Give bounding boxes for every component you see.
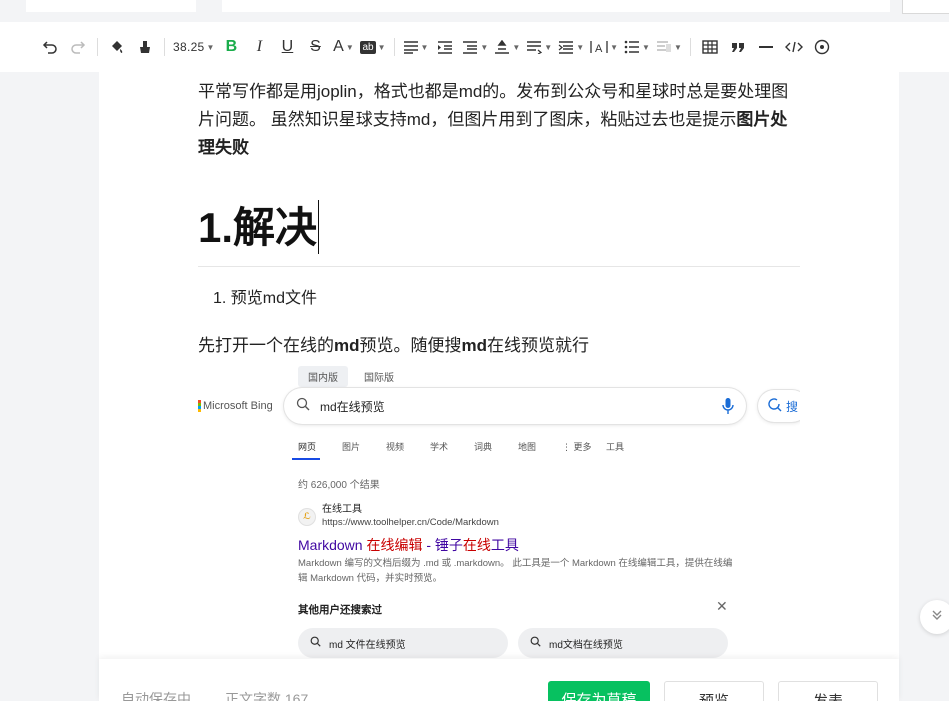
clear-format-icon[interactable] — [134, 32, 156, 62]
scope-tabs: 国内版 国际版 — [298, 366, 404, 387]
footer-bar: 自动保存中... 正文字数 167 保存为草稿 预览 发表 — [99, 659, 899, 701]
bing-logo: Microsoft Bing — [198, 400, 273, 412]
chevron-down-icon: ▼ — [642, 42, 650, 52]
top-tab-stub — [26, 0, 196, 12]
double-chevron-down-icon — [931, 608, 943, 626]
more-icon[interactable] — [811, 32, 833, 62]
chevron-down-icon: ▼ — [576, 42, 585, 52]
save-draft-button[interactable]: 保存为草稿 — [548, 681, 650, 701]
align-icon[interactable]: ▼ — [403, 32, 429, 62]
close-icon: ✕ — [716, 598, 728, 614]
font-size-select[interactable]: 38.25 ▼ — [173, 32, 214, 62]
preview-button[interactable]: 预览 — [664, 681, 764, 701]
embedded-screenshot[interactable]: 国内版 国际版 Microsoft Bing md在线预览 搜 网页 图片 视频… — [198, 364, 800, 659]
heading-text: 1.解决 — [198, 204, 318, 251]
chevron-down-icon: ▼ — [345, 42, 354, 52]
text-cursor — [318, 200, 320, 254]
indent-icon[interactable] — [434, 32, 456, 62]
editor-toolbar: 38.25 ▼ B I U S A ▼ ab ▼ ▼ ▼ ▼ ▼ ▼ A ▼ ▼ ▼ — [0, 22, 949, 72]
publish-button[interactable]: 发表 — [778, 681, 878, 701]
editor-paragraph[interactable]: 平常写作都是用joplin，格式也都是md的。发布到公众号和星球时总是要处理图片… — [198, 78, 802, 162]
search-button: 搜 — [758, 390, 800, 422]
result-site: ℒ 在线工具 https://www.toolhelper.cn/Code/Ma… — [298, 504, 499, 529]
active-tab-indicator — [292, 458, 320, 460]
search-icon — [768, 397, 782, 415]
tab-dictionary: 词典 — [474, 442, 493, 452]
editor-paragraph[interactable]: 先打开一个在线的md预览。随便搜md在线预览就行 — [198, 333, 589, 359]
result-title: Markdown 在线编辑 - 锤子在线工具 — [298, 537, 519, 553]
site-favicon-icon: ℒ — [298, 507, 316, 526]
scope-tab: 国内版 — [298, 366, 348, 387]
autosave-status: 自动保存中... — [121, 691, 203, 701]
code-icon[interactable] — [783, 32, 805, 62]
line-height-icon[interactable]: ▼ — [462, 32, 488, 62]
undo-icon[interactable] — [39, 32, 61, 62]
top-bar-stub — [222, 0, 890, 12]
chevron-down-icon: ▼ — [673, 42, 682, 52]
word-count: 正文字数 167 — [225, 691, 309, 701]
related-search-chip: md文档在线预览 — [518, 628, 728, 658]
scope-tab: 国际版 — [364, 373, 394, 384]
tab-images: 图片 — [342, 442, 361, 452]
chevron-down-icon: ▼ — [544, 42, 553, 52]
paragraph-spacing-icon[interactable]: ▼ — [494, 32, 520, 62]
tab-more: ⋮ 更多 — [562, 442, 592, 452]
search-box: md在线预览 — [284, 388, 746, 424]
chevron-down-icon: ▼ — [377, 42, 386, 52]
toolbar-divider — [97, 38, 98, 56]
tab-web: 网页 — [298, 442, 317, 452]
letter-spacing-icon[interactable]: ▼ — [526, 32, 552, 62]
quote-icon[interactable] — [727, 32, 749, 62]
font-color-icon[interactable]: A ▼ — [332, 32, 354, 62]
site-name: 在线工具 — [322, 504, 362, 515]
paragraph-text: 平常写作都是用joplin，格式也都是md的。发布到公众号和星球时总是要处理图片… — [198, 82, 789, 129]
chevron-down-icon: ▼ — [512, 42, 521, 52]
redo-icon[interactable] — [67, 32, 89, 62]
toolbar-divider — [689, 38, 691, 56]
microphone-icon — [722, 397, 734, 420]
tab-maps: 地图 — [518, 442, 537, 452]
font-size-value: 38.25 — [173, 40, 205, 54]
top-right-stub — [902, 0, 949, 14]
search-nav-tabs: 网页 图片 视频 学术 词典 地图 ⋮ 更多 工具 — [298, 440, 650, 453]
chevron-down-icon: ▼ — [206, 42, 215, 52]
chevron-down-icon: ▼ — [480, 42, 489, 52]
scroll-down-button[interactable] — [920, 600, 949, 634]
related-search-chip: md 文件在线预览 — [298, 628, 508, 658]
bing-logo-mark — [198, 400, 201, 412]
chevron-down-icon: ▼ — [610, 42, 619, 52]
table-icon[interactable] — [699, 32, 721, 62]
divider-icon[interactable] — [755, 32, 777, 62]
site-url: https://www.toolhelper.cn/Code/Markdown — [322, 517, 499, 528]
bullet-list-icon[interactable]: ▼ — [624, 32, 650, 62]
underline-icon[interactable]: U — [276, 32, 298, 62]
text-width-icon[interactable]: ▼ — [558, 32, 584, 62]
chevron-down-icon: ▼ — [420, 42, 429, 52]
tab-videos: 视频 — [386, 442, 405, 452]
search-icon — [530, 636, 541, 650]
search-query: md在线预览 — [320, 399, 385, 414]
search-icon — [296, 397, 310, 416]
letter-width-icon[interactable]: A ▼ — [590, 32, 618, 62]
italic-icon[interactable]: I — [248, 32, 270, 62]
tab-academic: 学术 — [430, 442, 449, 452]
highlight-icon[interactable]: ab ▼ — [360, 32, 386, 62]
search-icon — [310, 636, 321, 650]
related-searches-heading: 其他用户还搜索过 — [298, 604, 382, 616]
heading-rule — [198, 266, 800, 267]
result-count: 约 626,000 个结果 — [298, 480, 380, 491]
list-item[interactable]: 1. 预览md文件 — [213, 287, 317, 311]
tab-tools: 工具 — [606, 442, 625, 452]
format-painter-icon[interactable] — [106, 32, 128, 62]
svg-text:A: A — [595, 43, 603, 54]
toolbar-divider — [393, 38, 395, 56]
toolbar-divider — [164, 38, 165, 56]
background-icon[interactable]: ▼ — [656, 32, 682, 62]
top-strip — [0, 0, 949, 22]
page-heading[interactable]: 1.解决 — [198, 200, 320, 256]
bold-icon[interactable]: B — [220, 32, 242, 62]
strikethrough-icon[interactable]: S — [304, 32, 326, 62]
result-snippet: Markdown 编写的文档后缀为 .md 或 .markdown。 此工具是一… — [298, 558, 733, 584]
